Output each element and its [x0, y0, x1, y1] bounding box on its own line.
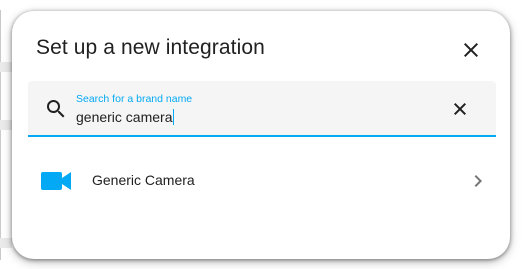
background-fragment [0, 62, 12, 72]
integration-dialog: Set up a new integration Search for a br… [12, 11, 510, 259]
chevron-right-icon [474, 175, 482, 187]
close-dialog-button[interactable] [459, 38, 483, 62]
text-caret [173, 109, 174, 125]
close-icon [454, 103, 466, 115]
magnify-icon [47, 100, 65, 118]
search-label: Search for a brand name [76, 93, 193, 105]
close-icon [464, 43, 478, 57]
background-page-edge [0, 10, 12, 260]
background-fragment [0, 238, 12, 248]
clear-search-button[interactable] [448, 97, 472, 121]
search-field[interactable]: Search for a brand name [28, 81, 496, 137]
background-fragment [0, 120, 12, 130]
video-camera-icon [41, 172, 71, 190]
list-item-label: Generic Camera [92, 172, 195, 188]
search-input[interactable] [76, 107, 436, 127]
list-item-generic-camera[interactable]: Generic Camera [12, 157, 510, 205]
dialog-title: Set up a new integration [36, 36, 265, 59]
